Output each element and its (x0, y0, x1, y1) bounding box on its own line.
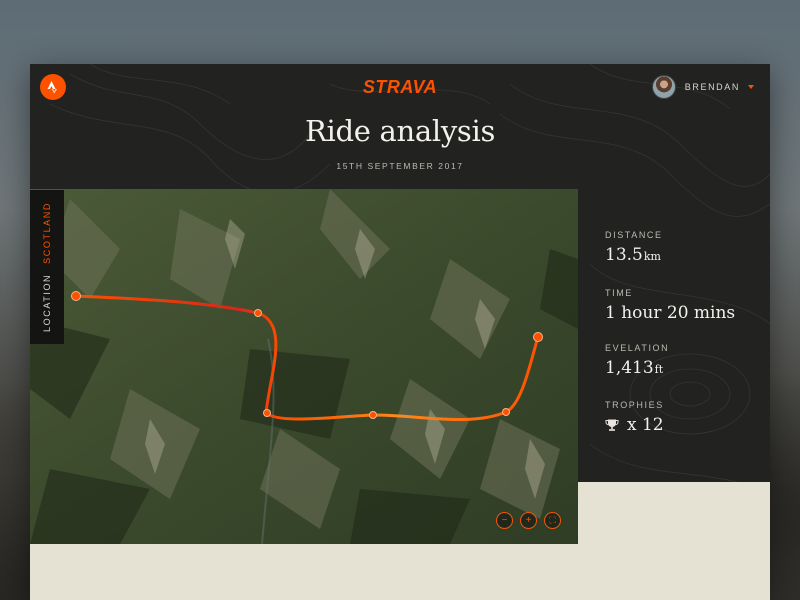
location-tab[interactable]: LOCATION SCOTLAND (30, 190, 64, 344)
avatar[interactable] (651, 75, 676, 99)
user-name[interactable]: BRENDAN (685, 82, 740, 92)
stat-elevation: EVELATION 1,413ft (605, 343, 765, 378)
route-waypoint-marker[interactable] (263, 409, 271, 417)
zoom-in-button[interactable]: + (520, 512, 537, 529)
location-label: LOCATION (42, 273, 52, 332)
stat-value: 1,413ft (605, 358, 765, 378)
time-value: 1 hour 20 mins (605, 303, 736, 323)
stat-trophies: TROPHIES x 12 (605, 400, 765, 435)
elevation-value: 1,413 (605, 358, 654, 378)
stat-label: TIME (605, 288, 633, 298)
stat-time: TIME 1 hour 20 mins (605, 288, 765, 323)
ride-analysis-card: STRAVA BRENDAN Ride analysis 15TH SEPTEM… (30, 64, 770, 600)
trophies-count: x 12 (627, 415, 664, 435)
stat-label: TROPHIES (605, 400, 664, 410)
user-menu[interactable]: BRENDAN (651, 75, 754, 99)
stat-distance: DISTANCE 13.5km (605, 230, 765, 265)
trophy-icon (605, 419, 619, 431)
ride-date: 15TH SEPTEMBER 2017 (336, 161, 464, 171)
route-start-marker[interactable] (71, 291, 81, 301)
terrain-map[interactable] (30, 189, 578, 544)
route-end-marker[interactable] (533, 332, 543, 342)
zoom-out-button[interactable]: − (496, 512, 513, 529)
location-text: LOCATION SCOTLAND (42, 202, 52, 332)
distance-value: 13.5 (605, 245, 643, 265)
top-bar: STRAVA BRENDAN (30, 64, 770, 112)
content-footer-panel (30, 544, 770, 600)
stat-label: EVELATION (605, 343, 670, 353)
ride-map[interactable] (30, 189, 578, 544)
route-waypoint-marker[interactable] (254, 309, 262, 317)
fullscreen-button[interactable]: ⛶ (544, 512, 561, 529)
stat-label: DISTANCE (605, 230, 663, 240)
route-waypoint-marker[interactable] (369, 411, 377, 419)
distance-unit: km (643, 250, 661, 263)
page-title: Ride analysis (304, 114, 496, 148)
trophies-row: x 12 (605, 415, 765, 435)
location-value[interactable]: SCOTLAND (42, 202, 52, 264)
chevron-down-icon[interactable] (748, 85, 754, 89)
route-waypoint-marker[interactable] (502, 408, 510, 416)
elevation-unit: ft (654, 363, 664, 376)
stat-value: 13.5km (605, 245, 765, 265)
